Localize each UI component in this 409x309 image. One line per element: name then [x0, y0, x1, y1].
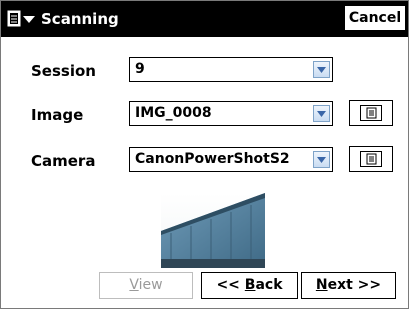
cancel-button[interactable]: Cancel [344, 5, 406, 31]
session-label: Session [31, 62, 96, 80]
image-value: IMG_0008 [135, 105, 212, 121]
scanning-window: Scanning Cancel Session 9 Image IMG_0008… [0, 0, 409, 309]
image-browse-button[interactable] [349, 100, 393, 126]
back-label-mnemonic: B [244, 277, 256, 293]
image-label: Image [31, 106, 84, 124]
title-bar: Scanning Cancel [1, 1, 408, 37]
chevron-down-icon[interactable] [313, 151, 330, 168]
session-dropdown[interactable]: 9 [129, 57, 333, 82]
view-button[interactable]: View [99, 272, 193, 299]
camera-value: CanonPowerShotS2 [135, 151, 290, 167]
next-label-suffix: ext >> [327, 277, 382, 293]
back-label-prefix: << [216, 277, 245, 293]
window-title: Scanning [41, 10, 119, 28]
chevron-down-icon[interactable] [313, 105, 330, 122]
next-button[interactable]: Next >> [301, 272, 396, 299]
image-thumbnail [161, 193, 265, 268]
start-menu-icon[interactable] [7, 9, 37, 29]
camera-dropdown[interactable]: CanonPowerShotS2 [129, 147, 333, 172]
back-button[interactable]: << Back [201, 272, 298, 299]
next-label-mnemonic: N [315, 277, 328, 293]
chevron-down-icon[interactable] [313, 61, 330, 78]
document-icon [360, 151, 382, 167]
camera-browse-button[interactable] [349, 146, 393, 172]
document-icon [360, 105, 382, 121]
back-label-suffix: ack [255, 277, 283, 293]
session-value: 9 [135, 61, 145, 77]
view-label-mnemonic: V [129, 277, 139, 293]
image-dropdown[interactable]: IMG_0008 [129, 101, 333, 126]
camera-label: Camera [31, 152, 96, 170]
view-label-suffix: iew [138, 277, 163, 293]
